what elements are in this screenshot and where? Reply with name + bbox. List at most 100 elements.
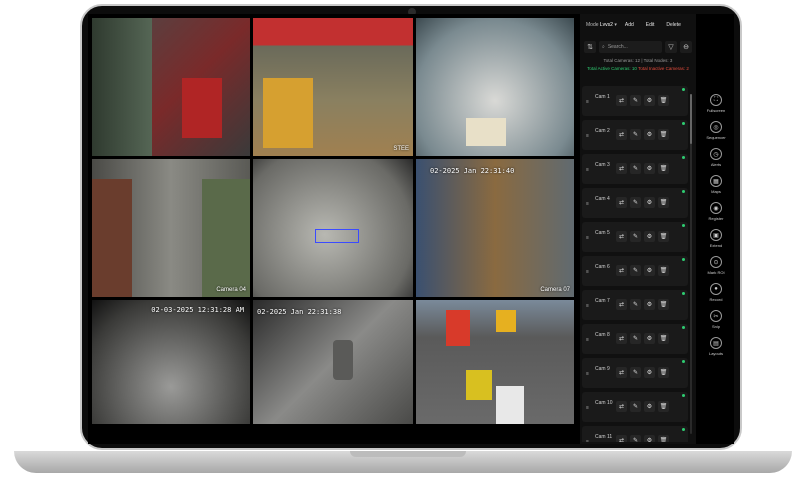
rail-button-fullscreen[interactable]: ⛶ Fullscreen [700,94,732,113]
rail-button-layouts[interactable]: ▤ Layouts [700,337,732,356]
rail-button-maps[interactable]: ▦ Maps [700,175,732,194]
camera-list-item[interactable]: ≡ Cam 7 ⇄ ✎ ⚙ 🗑 [582,290,688,320]
search-input[interactable]: ⌕ Search... [599,41,662,53]
scrollbar[interactable] [690,94,692,434]
camera-tile-2[interactable]: STEE [253,18,413,156]
camera-tile-1[interactable] [92,18,250,156]
delete-icon[interactable]: 🗑 [658,299,669,310]
drag-handle-icon[interactable]: ≡ [586,405,589,411]
move-icon[interactable]: ⇄ [616,129,627,140]
sort-icon[interactable]: ⇅ [584,41,596,53]
settings-icon[interactable]: ⚙ [644,367,655,378]
delete-icon[interactable]: 🗑 [658,95,669,106]
delete-icon[interactable]: 🗑 [658,197,669,208]
drag-handle-icon[interactable]: ≡ [586,167,589,173]
edit-icon[interactable]: ✎ [630,401,641,412]
edit-icon[interactable]: ✎ [630,231,641,242]
camera-tile-7[interactable]: 02-03-2025 12:31:28 AM [92,300,250,424]
drag-handle-icon[interactable]: ≡ [586,133,589,139]
camera-list-item[interactable]: ≡ Cam 6 ⇄ ✎ ⚙ 🗑 [582,256,688,286]
move-icon[interactable]: ⇄ [616,231,627,242]
edit-icon[interactable]: ✎ [630,367,641,378]
settings-icon[interactable]: ⚙ [644,333,655,344]
camera-tile-3[interactable] [416,18,574,156]
move-icon[interactable]: ⇄ [616,95,627,106]
drag-handle-icon[interactable]: ≡ [586,337,589,343]
edit-icon[interactable]: ✎ [630,129,641,140]
collapse-icon[interactable]: ⊖ [680,41,692,53]
edit-button[interactable]: Edit [642,20,659,30]
camera-list-item[interactable]: ≡ Cam 9 ⇄ ✎ ⚙ 🗑 [582,358,688,388]
drag-handle-icon[interactable]: ≡ [586,303,589,309]
rail-button-alerts[interactable]: ◷ Alerts [700,148,732,167]
laptop-notch [350,451,466,457]
delete-icon[interactable]: 🗑 [658,367,669,378]
move-icon[interactable]: ⇄ [616,401,627,412]
roi-box[interactable] [315,229,359,243]
mode-selector[interactable]: Mode Lvvs2 ▾ [586,22,617,28]
camera-tile-9[interactable] [416,300,574,424]
drag-handle-icon[interactable]: ≡ [586,201,589,207]
rail-button-extend[interactable]: ▣ Extend [700,229,732,248]
edit-icon[interactable]: ✎ [630,163,641,174]
camera-list-item[interactable]: ≡ Cam 10 ⇄ ✎ ⚙ 🗑 [582,392,688,422]
filter-icon[interactable]: ▽ [665,41,677,53]
delete-icon[interactable]: 🗑 [658,435,669,442]
settings-icon[interactable]: ⚙ [644,95,655,106]
rail-button-sequencer[interactable]: ◎ Sequencer [700,121,732,140]
rail-button-record[interactable]: ● Record [700,283,732,302]
settings-icon[interactable]: ⚙ [644,265,655,276]
move-icon[interactable]: ⇄ [616,163,627,174]
settings-icon[interactable]: ⚙ [644,197,655,208]
move-icon[interactable]: ⇄ [616,367,627,378]
camera-tile-4[interactable]: Camera 04 [92,159,250,297]
delete-icon[interactable]: 🗑 [658,129,669,140]
edit-icon[interactable]: ✎ [630,197,641,208]
camera-name: Cam 10 [595,400,613,406]
rail-button-register[interactable]: ◉ Register [700,202,732,221]
rail-button-mark-roi[interactable]: ⊙ Mark ROI [700,256,732,275]
delete-icon[interactable]: 🗑 [658,231,669,242]
settings-icon[interactable]: ⚙ [644,231,655,242]
move-icon[interactable]: ⇄ [616,333,627,344]
drag-handle-icon[interactable]: ≡ [586,439,589,442]
delete-icon[interactable]: 🗑 [658,265,669,276]
settings-icon[interactable]: ⚙ [644,299,655,310]
delete-icon[interactable]: 🗑 [658,333,669,344]
rail-label: Sequencer [706,135,726,140]
delete-button[interactable]: Delete [662,20,684,30]
camera-list-item[interactable]: ≡ Cam 8 ⇄ ✎ ⚙ 🗑 [582,324,688,354]
drag-handle-icon[interactable]: ≡ [586,235,589,241]
camera-tile-8[interactable]: 02-2025 Jan 22:31:38 [253,300,413,424]
settings-icon[interactable]: ⚙ [644,401,655,412]
settings-icon[interactable]: ⚙ [644,163,655,174]
drag-handle-icon[interactable]: ≡ [586,371,589,377]
camera-tile-6[interactable]: 02-2025 Jan 22:31:40 Camera 07 [416,159,574,297]
drag-handle-icon[interactable]: ≡ [586,99,589,105]
delete-icon[interactable]: 🗑 [658,163,669,174]
move-icon[interactable]: ⇄ [616,299,627,310]
edit-icon[interactable]: ✎ [630,333,641,344]
fullscreen-icon: ⛶ [710,94,722,106]
move-icon[interactable]: ⇄ [616,265,627,276]
camera-list-item[interactable]: ≡ Cam 4 ⇄ ✎ ⚙ 🗑 [582,188,688,218]
move-icon[interactable]: ⇄ [616,435,627,442]
edit-icon[interactable]: ✎ [630,299,641,310]
drag-handle-icon[interactable]: ≡ [586,269,589,275]
camera-list-item[interactable]: ≡ Cam 5 ⇄ ✎ ⚙ 🗑 [582,222,688,252]
move-icon[interactable]: ⇄ [616,197,627,208]
camera-tile-5[interactable] [253,159,413,297]
rail-button-snip[interactable]: ✂ Snip [700,310,732,329]
edit-icon[interactable]: ✎ [630,95,641,106]
settings-icon[interactable]: ⚙ [644,129,655,140]
delete-icon[interactable]: 🗑 [658,401,669,412]
scrollbar-thumb[interactable] [690,94,692,144]
camera-list-item[interactable]: ≡ Cam 2 ⇄ ✎ ⚙ 🗑 [582,120,688,150]
settings-icon[interactable]: ⚙ [644,435,655,442]
add-button[interactable]: Add [621,20,638,30]
camera-list-item[interactable]: ≡ Cam 1 ⇄ ✎ ⚙ 🗑 [582,86,688,116]
edit-icon[interactable]: ✎ [630,265,641,276]
camera-list-item[interactable]: ≡ Cam 3 ⇄ ✎ ⚙ 🗑 [582,154,688,184]
edit-icon[interactable]: ✎ [630,435,641,442]
camera-list-item[interactable]: ≡ Cam 11 ⇄ ✎ ⚙ 🗑 [582,426,688,442]
